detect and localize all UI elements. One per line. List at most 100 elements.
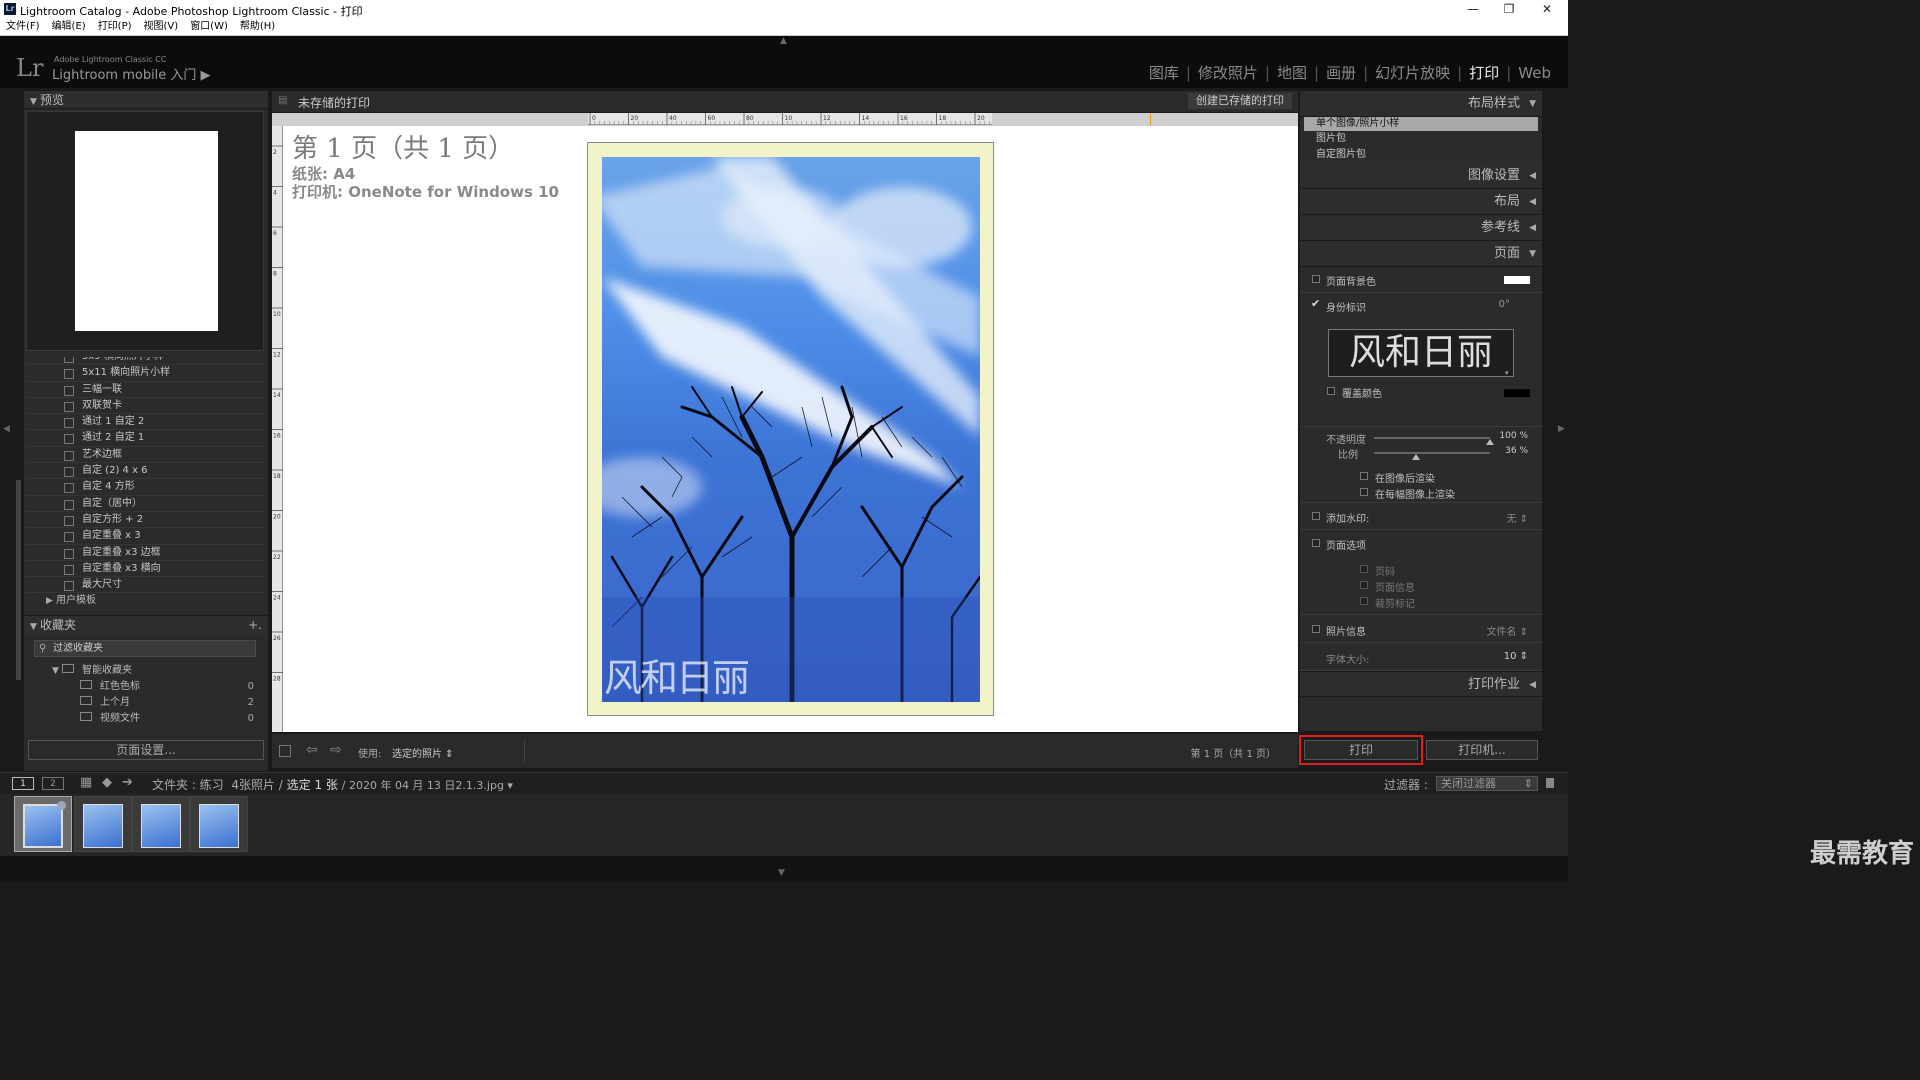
printer-button[interactable]: 打印机... — [1426, 740, 1538, 760]
override-color-swatch[interactable] — [1504, 389, 1530, 397]
page-bg-swatch[interactable] — [1504, 276, 1530, 284]
opacity-slider-thumb[interactable] — [1486, 439, 1494, 445]
guides-header[interactable]: 参考线 ◀ — [1300, 215, 1542, 241]
maximize-icon[interactable]: ❐ — [1494, 2, 1524, 16]
page-bg-checkbox[interactable] — [1312, 275, 1320, 283]
template-item[interactable]: 5x9 横向照片小样 — [26, 357, 264, 366]
image-settings-header[interactable]: 图像设置 ◀ — [1300, 163, 1542, 189]
photo-info-checkbox[interactable] — [1312, 625, 1320, 633]
filmstrip-thumb[interactable] — [14, 796, 72, 852]
back-arrow-icon[interactable]: ◆ — [102, 775, 112, 790]
identity-plate-preview[interactable]: 风和日丽 — [1328, 329, 1514, 377]
minimize-icon[interactable]: — — [1458, 2, 1488, 16]
identity-angle[interactable]: 0° — [1499, 299, 1510, 310]
page-toggle-icon[interactable] — [279, 745, 291, 757]
watermark-selector[interactable]: 无 ⇕ — [1506, 510, 1528, 525]
font-size-selector[interactable]: 10 ⇕ — [1504, 651, 1528, 662]
template-item[interactable]: 通过 2 自定 1 — [26, 430, 264, 447]
filter-selector[interactable]: 关闭过滤器 ⇕ — [1436, 776, 1538, 791]
collapse-top-icon[interactable]: ▲ — [780, 36, 787, 46]
template-item[interactable]: 自定重叠 x 3 — [26, 528, 264, 545]
layout-style-header[interactable]: 布局样式 ▼ — [1300, 91, 1542, 117]
template-item[interactable]: 自定重叠 x3 横向 — [26, 561, 264, 578]
left-scrollbar[interactable] — [16, 480, 21, 680]
module-book[interactable]: 画册 — [1319, 64, 1363, 82]
override-color-checkbox[interactable] — [1327, 387, 1335, 395]
template-item[interactable]: 自定方形 + 2 — [26, 512, 264, 529]
collapse-left-icon[interactable]: ◀ — [3, 424, 10, 434]
scale-slider-thumb[interactable] — [1411, 454, 1420, 460]
filter-collections-input[interactable]: ⚲ 过滤收藏夹 — [34, 640, 256, 657]
template-item[interactable]: 通过 1 自定 2 — [26, 414, 264, 431]
photo-cell[interactable]: 风和日丽 — [602, 157, 980, 702]
page-setup-button[interactable]: 页面设置... — [28, 740, 264, 760]
menu-edit[interactable]: 编辑(E) — [46, 19, 92, 35]
collection-item[interactable]: 上个月 2 — [26, 695, 264, 711]
template-item[interactable]: 自定 (2) 4 x 6 — [26, 463, 264, 480]
menu-view[interactable]: 视图(V) — [138, 19, 185, 35]
module-print[interactable]: 打印 — [1462, 64, 1506, 82]
menu-window[interactable]: 窗口(W) — [184, 19, 234, 35]
template-item[interactable]: 自定（居中） — [26, 496, 264, 512]
print-job-header[interactable]: 打印作业 ◀ — [1300, 671, 1542, 697]
template-item[interactable]: 三幅一联 — [26, 382, 264, 398]
page-info-checkbox[interactable] — [1360, 581, 1368, 589]
use-selector[interactable]: 选定的照片 ⇕ — [392, 745, 454, 760]
second-window-button[interactable]: 2 — [42, 777, 64, 790]
user-templates-folder[interactable]: ▶ 用户模板 — [26, 593, 264, 609]
collections-header[interactable]: ▼ 收藏夹 +. — [24, 615, 268, 634]
menu-file[interactable]: 文件(F) — [0, 19, 46, 35]
layout-option-picture-package[interactable]: 图片包 — [1304, 131, 1538, 147]
mobile-getting-started[interactable]: Lightroom mobile 入门 ▶ — [52, 64, 211, 83]
scale-value[interactable]: 36 % — [1505, 446, 1528, 456]
render-behind-checkbox[interactable] — [1360, 472, 1368, 480]
filmstrip-thumb[interactable] — [74, 796, 132, 852]
smart-collections-folder[interactable]: ▼ 智能收藏夹 — [26, 663, 264, 679]
template-item[interactable]: 艺术边框 — [26, 447, 264, 464]
collection-item[interactable]: 红色色标 0 — [26, 679, 264, 695]
filter-lock-icon[interactable] — [1546, 778, 1554, 788]
preview-header[interactable]: ▼ 预览 — [24, 91, 268, 109]
main-window-button[interactable]: 1 — [12, 777, 34, 790]
module-web[interactable]: Web — [1511, 64, 1558, 82]
layout-option-custom-package[interactable]: 自定图片包 — [1304, 147, 1538, 163]
grid-view-icon[interactable]: ▦ — [80, 775, 92, 790]
identity-plate-overlay[interactable]: 风和日丽 — [604, 647, 750, 702]
page-options-checkbox[interactable] — [1312, 539, 1320, 547]
create-saved-print-button[interactable]: 创建已存储的打印 — [1188, 93, 1292, 109]
opacity-slider-track[interactable] — [1374, 437, 1490, 439]
template-item[interactable]: 双联贺卡 — [26, 398, 264, 415]
add-collection-icon[interactable]: +. — [248, 616, 262, 635]
module-map[interactable]: 地图 — [1270, 64, 1314, 82]
module-slideshow[interactable]: 幻灯片放映 — [1368, 64, 1457, 82]
watermark-checkbox[interactable] — [1312, 512, 1320, 520]
crop-marks-checkbox[interactable] — [1360, 597, 1368, 605]
forward-arrow-icon[interactable]: ➔ — [122, 775, 133, 790]
template-item[interactable]: 自定重叠 x3 边框 — [26, 545, 264, 561]
layout-option-single[interactable]: 单个图像/照片小样 — [1304, 117, 1538, 131]
next-page-icon[interactable]: ⇨ — [330, 742, 342, 758]
print-paper[interactable]: 风和日丽 — [587, 142, 994, 716]
opacity-value[interactable]: 100 % — [1499, 431, 1528, 441]
menu-help[interactable]: 帮助(H) — [234, 19, 281, 35]
identity-dropdown-icon[interactable]: ▾ — [1505, 369, 1509, 377]
collection-item[interactable]: 视频文件 0 — [26, 711, 264, 727]
render-each-checkbox[interactable] — [1360, 488, 1368, 496]
previous-page-icon[interactable]: ⇦ — [306, 742, 318, 758]
scale-slider-track[interactable] — [1374, 452, 1490, 454]
template-item[interactable]: 最大尺寸 — [26, 577, 264, 594]
photo-info-selector[interactable]: 文件名 ⇕ — [1486, 623, 1528, 638]
module-develop[interactable]: 修改照片 — [1191, 64, 1265, 82]
module-library[interactable]: 图库 — [1142, 64, 1186, 82]
template-item[interactable]: 5x11 横向照片小样 — [26, 365, 264, 382]
identity-checked-icon[interactable]: ✔ — [1311, 297, 1320, 310]
page-header[interactable]: 页面 ▼ — [1300, 241, 1542, 267]
filmstrip-source[interactable]: 文件夹 : 练习 4张照片 / 选定 1 张 / 2020 年 04 月 13 … — [152, 776, 513, 793]
filmstrip-thumb[interactable] — [132, 796, 190, 852]
close-icon[interactable]: ✕ — [1532, 2, 1562, 16]
filmstrip-thumb[interactable] — [190, 796, 248, 852]
collapse-right-icon[interactable]: ▶ — [1558, 424, 1565, 434]
collapse-bottom-icon[interactable]: ▼ — [778, 868, 785, 878]
layout-header[interactable]: 布局 ◀ — [1300, 189, 1542, 215]
menu-print[interactable]: 打印(P) — [92, 19, 138, 35]
